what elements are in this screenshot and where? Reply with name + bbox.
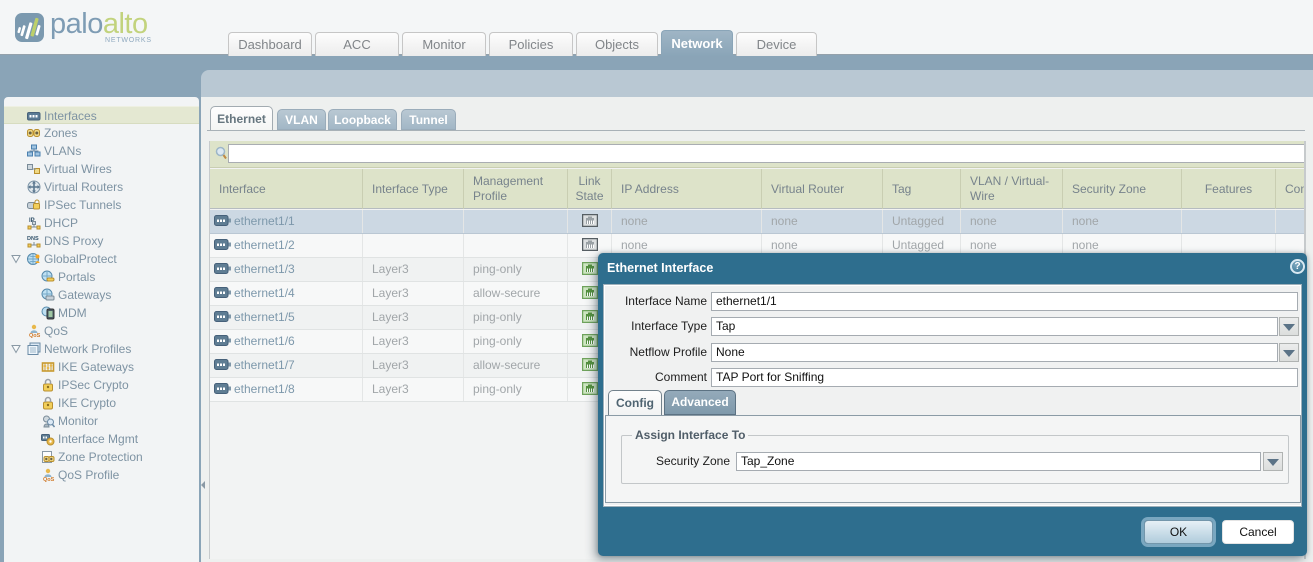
svg-text:DNS: DNS <box>27 236 39 242</box>
svg-text:QoS: QoS <box>43 477 55 482</box>
svg-text:QoS: QoS <box>29 333 41 338</box>
